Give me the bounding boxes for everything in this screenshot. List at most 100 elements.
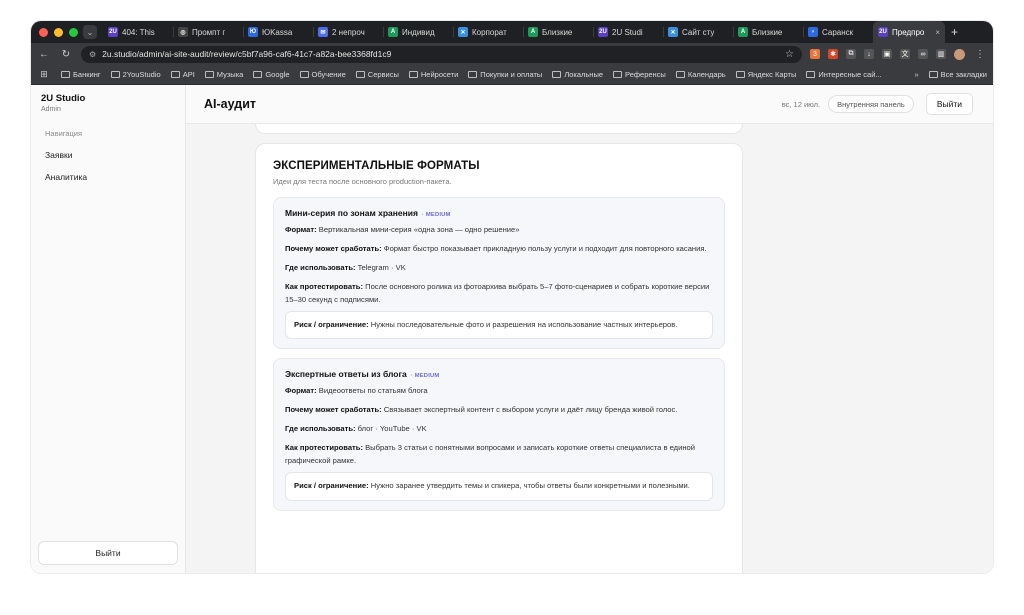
browser-tab[interactable]: A Близкие bbox=[523, 21, 593, 43]
tab-favicon-icon: ◎ bbox=[178, 27, 188, 37]
back-icon[interactable]: ← bbox=[37, 49, 51, 60]
bookmark-item[interactable]: API bbox=[170, 70, 195, 79]
all-bookmarks-button[interactable]: Все закладки bbox=[928, 70, 987, 79]
tab-favicon-icon: A bbox=[528, 27, 538, 37]
tab-title: Близкие bbox=[752, 27, 783, 37]
folder-icon bbox=[552, 71, 562, 78]
tab-title: 404: This bbox=[122, 27, 155, 37]
tab-title: Корпорат bbox=[472, 27, 507, 37]
bookmark-item[interactable]: Google bbox=[253, 70, 290, 79]
bookmark-item[interactable]: Яндекс Карты bbox=[735, 70, 797, 79]
save-icon[interactable]: ▣ bbox=[882, 49, 892, 59]
bookmark-label: Обучение bbox=[311, 70, 346, 79]
folder-icon bbox=[928, 71, 938, 78]
bookmark-label: Покупки и оплаты bbox=[480, 70, 543, 79]
puzzle-icon[interactable]: ⧉ bbox=[846, 49, 856, 59]
bookmark-label: 2YouStudio bbox=[122, 70, 161, 79]
tab-strip: ⌄ 2U 404: This ◎ Промпт г Ю ЮKassa ✉ 2 непроч A И… bbox=[31, 21, 993, 43]
site-settings-icon[interactable]: ⚙ bbox=[89, 50, 96, 59]
folder-icon bbox=[675, 71, 685, 78]
main-area: AI-аудит вс, 12 июл. Внутренняя панель В… bbox=[186, 85, 993, 573]
browser-tab[interactable]: ◗ Саранск bbox=[803, 21, 873, 43]
bookmark-label: Референсы bbox=[625, 70, 666, 79]
folder-icon bbox=[613, 71, 623, 78]
bookmark-item[interactable]: Сервисы bbox=[355, 70, 399, 79]
bookmark-label: Банкинг bbox=[73, 70, 101, 79]
bookmark-label: Яндекс Карты bbox=[747, 70, 797, 79]
link-icon[interactable]: ∞ bbox=[918, 49, 928, 59]
bookmark-item[interactable]: Банкинг bbox=[61, 70, 101, 79]
tab-list: 2U 404: This ◎ Промпт г Ю ЮKassa ✉ 2 непроч A Инд… bbox=[103, 21, 945, 43]
browser-tab[interactable]: ✕ Сайт сту bbox=[663, 21, 733, 43]
tab-title: 2U Studi bbox=[612, 27, 643, 37]
browser-tab[interactable]: 2U 2U Studi bbox=[593, 21, 663, 43]
maximize-window-button[interactable] bbox=[69, 27, 78, 37]
new-tab-icon[interactable]: + bbox=[951, 25, 958, 39]
browser-tab[interactable]: ✕ Корпорат bbox=[453, 21, 523, 43]
idea-why: Почему может сработать: Формат быстро по… bbox=[285, 243, 707, 253]
content-scroll-area[interactable]: ЭКСПЕРИМЕНТАЛЬНЫЕ ФОРМАТЫ Идеи для теста… bbox=[186, 124, 993, 573]
avatar[interactable] bbox=[954, 48, 965, 60]
download-icon[interactable]: ↓ bbox=[864, 49, 874, 59]
bookmark-item[interactable]: Локальные bbox=[552, 70, 603, 79]
sidebar-logout-button[interactable]: Выйти bbox=[38, 541, 178, 565]
browser-tab[interactable]: ✉ 2 непроч bbox=[313, 21, 383, 43]
nav-heading: Навигация bbox=[45, 129, 83, 138]
sidebar: 2U Studio Admin Навигация Заявки Аналити… bbox=[31, 85, 186, 573]
experimental-formats-card: ЭКСПЕРИМЕНТАЛЬНЫЕ ФОРМАТЫ Идеи для теста… bbox=[255, 143, 743, 573]
folder-icon bbox=[355, 71, 365, 78]
browser-tab[interactable]: 2U 404: This bbox=[103, 21, 173, 43]
browser-tab[interactable]: A Индивид bbox=[383, 21, 453, 43]
bookmark-label: Нейросети bbox=[420, 70, 459, 79]
bookmark-item[interactable]: Референсы bbox=[613, 70, 666, 79]
more-bookmarks-icon[interactable]: » bbox=[914, 70, 918, 79]
extension-icon[interactable]: ✱ bbox=[828, 49, 838, 59]
bookmark-item[interactable]: Нейросети bbox=[408, 70, 459, 79]
bookmark-item[interactable]: Интересные сай... bbox=[806, 70, 882, 79]
idea-format: Формат: Вертикальная мини-серия «одна зо… bbox=[285, 225, 520, 234]
bookmark-item[interactable]: Календарь bbox=[675, 70, 726, 79]
idea-test: Как протестировать: Выбрать 3 статьи с п… bbox=[285, 443, 696, 466]
sidebar-icon[interactable]: ▥ bbox=[936, 49, 946, 59]
tab-title: 2 непроч bbox=[332, 27, 365, 37]
address-bar[interactable]: ⚙ 2u.studio/admin/ai-site-audit/review/c… bbox=[81, 45, 802, 63]
minimize-window-button[interactable] bbox=[54, 27, 63, 37]
idea-risk: Риск / ограничение: Нужно заранее утверд… bbox=[285, 471, 713, 501]
apps-grid-icon[interactable]: ⊞ bbox=[37, 69, 51, 80]
browser-tab[interactable]: 2U Предпро × bbox=[873, 21, 945, 43]
translate-icon[interactable]: 文 bbox=[900, 49, 910, 59]
idea-format: Формат: Видеоответы по статьям блога bbox=[285, 386, 428, 396]
reload-icon[interactable]: ↻ bbox=[59, 49, 73, 60]
bookmark-item[interactable]: 2YouStudio bbox=[110, 70, 161, 79]
idea-where: Где использовать: блог · YouTube · VK bbox=[285, 424, 427, 434]
bookmark-label: Календарь bbox=[687, 70, 726, 79]
menu-icon[interactable]: ⋮ bbox=[973, 49, 987, 60]
tab-favicon-icon: 2U bbox=[878, 27, 888, 37]
bookmark-label: Сервисы bbox=[367, 70, 399, 79]
current-date: вс, 12 июл. bbox=[781, 99, 821, 109]
top-bar: AI-аудит вс, 12 июл. Внутренняя панель В… bbox=[186, 85, 993, 124]
tab-favicon-icon: A bbox=[738, 27, 748, 37]
close-window-button[interactable] bbox=[39, 27, 48, 37]
browser-tab[interactable]: Ю ЮKassa bbox=[243, 21, 313, 43]
bookmark-item[interactable]: Покупки и оплаты bbox=[468, 70, 542, 79]
idea-title: Мини-серия по зонам хранения bbox=[285, 208, 418, 218]
bookmark-item[interactable]: Музыка bbox=[204, 70, 243, 79]
bookmark-star-icon[interactable]: ☆ bbox=[785, 49, 794, 60]
extension-icon[interactable]: 3 bbox=[810, 49, 820, 59]
sidebar-item-analytics[interactable]: Аналитика bbox=[45, 172, 185, 182]
folder-icon bbox=[299, 71, 309, 78]
idea-why: Почему может сработать: Связывает экспер… bbox=[285, 405, 678, 415]
tab-title: Предпро bbox=[892, 27, 925, 37]
logout-button[interactable]: Выйти bbox=[925, 93, 973, 115]
browser-tab[interactable]: A Близкие bbox=[733, 21, 803, 43]
bookmark-item[interactable]: Обучение bbox=[299, 70, 346, 79]
tab-search-icon[interactable]: ⌄ bbox=[83, 25, 97, 39]
close-tab-icon[interactable]: × bbox=[935, 28, 940, 37]
tab-favicon-icon: ✕ bbox=[668, 27, 678, 37]
browser-tab[interactable]: ◎ Промпт г bbox=[173, 21, 243, 43]
bookmark-label: Интересные сай... bbox=[818, 70, 882, 79]
sidebar-item-requests[interactable]: Заявки bbox=[45, 150, 185, 160]
tab-favicon-icon: A bbox=[388, 27, 398, 37]
window-controls bbox=[31, 27, 83, 37]
